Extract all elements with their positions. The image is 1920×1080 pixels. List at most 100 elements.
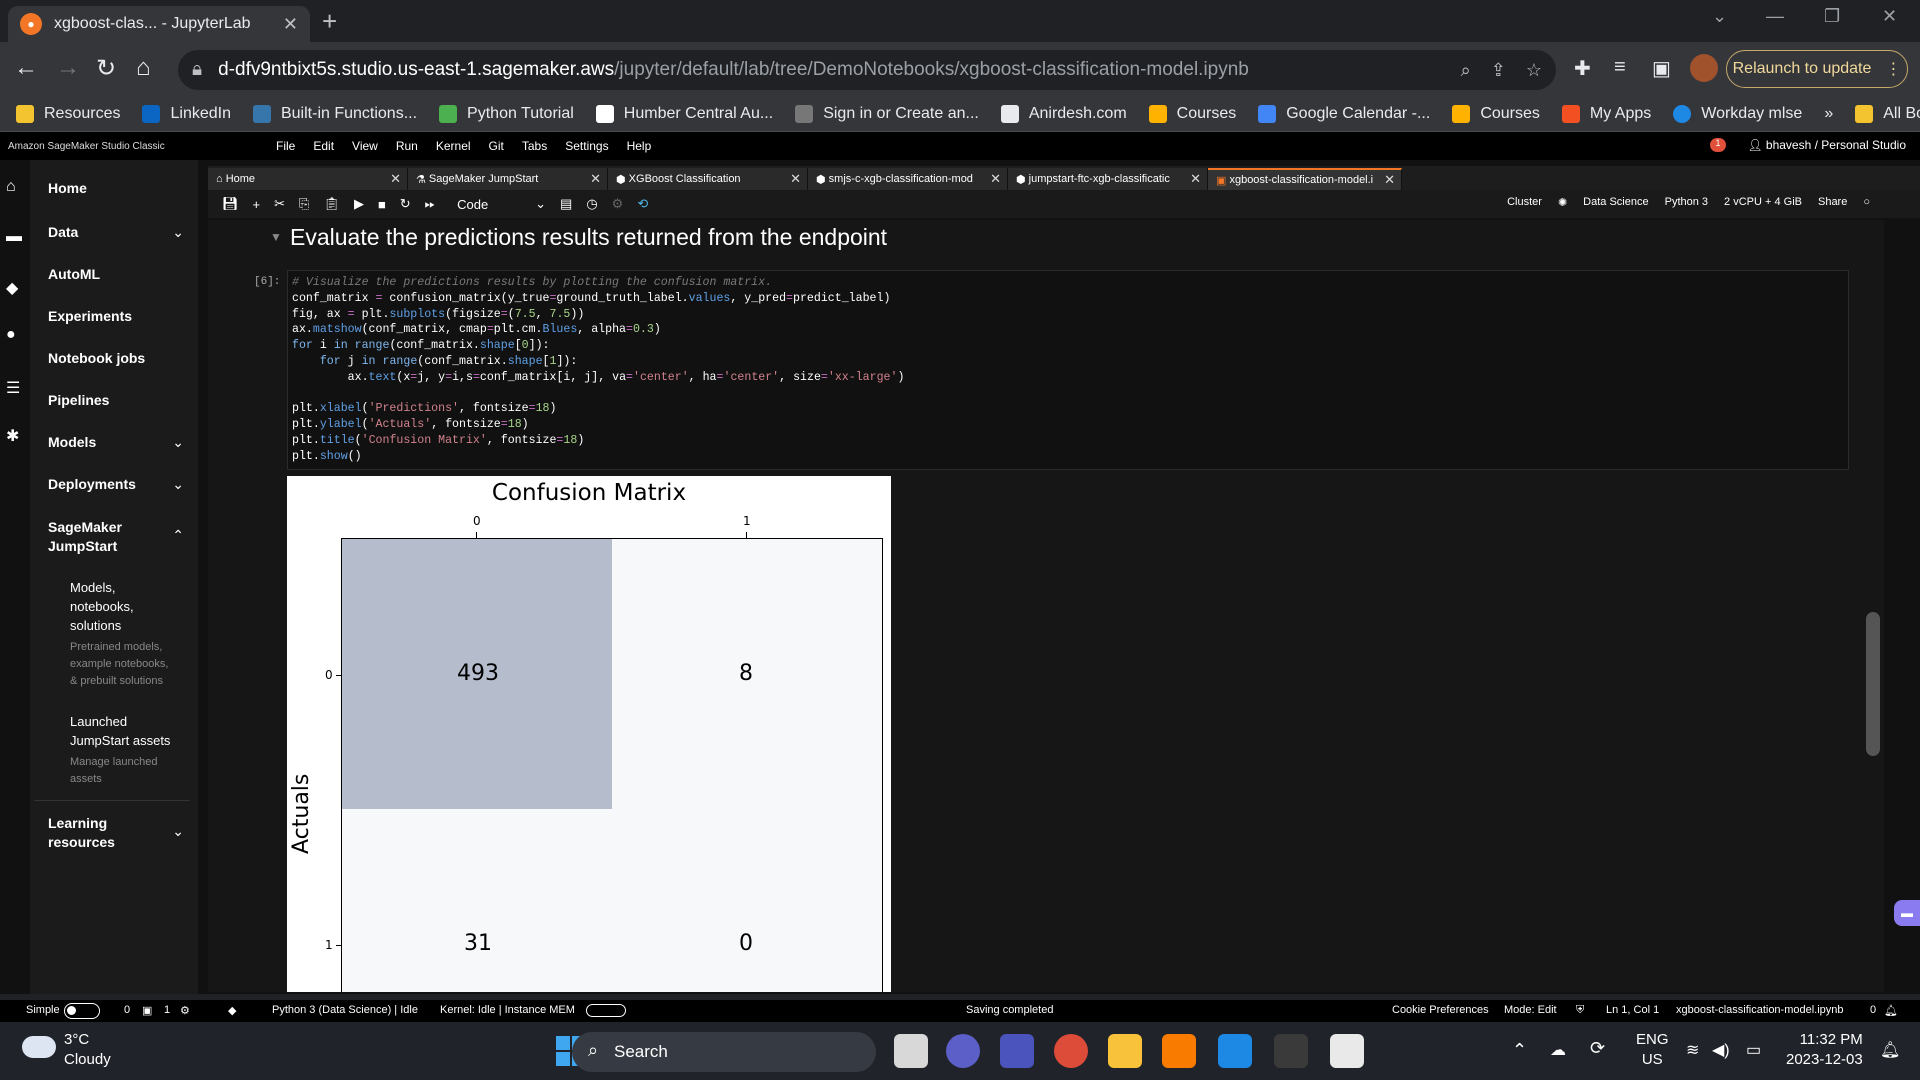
media-icon[interactable]: ≡ (1614, 56, 1626, 79)
sidebar-item-learning[interactable]: Learning resources ⌄ (48, 814, 198, 852)
run-icon[interactable]: ▶ (354, 196, 364, 212)
chevron-down-icon[interactable]: ⌄ (535, 196, 546, 212)
paste-icon[interactable]: 📋︎ (323, 196, 340, 212)
bookmark-item[interactable]: Humber Central Au... (595, 104, 773, 123)
menu-file[interactable]: File (276, 139, 295, 153)
bookmark-item[interactable]: Anirdesh.com (1000, 104, 1127, 123)
cell-type-select[interactable]: Code (457, 197, 521, 212)
sync-icon[interactable]: ⟳ (1590, 1038, 1605, 1059)
cookie-preferences-link[interactable]: Cookie Preferences (1392, 1004, 1489, 1016)
home-icon[interactable]: ⌂ (136, 54, 151, 82)
tab-jumpstart-ftc[interactable]: ⬢ jumpstart-ftc-xgb-classificatic ✕ (1008, 168, 1208, 190)
bookmarks-overflow-icon[interactable]: » (1824, 105, 1833, 123)
battery-icon[interactable]: ▭ (1746, 1040, 1761, 1060)
weather-widget[interactable]: 3°C Cloudy (64, 1030, 111, 1070)
git-diff-icon[interactable]: ⟲ (637, 196, 648, 212)
task-view-icon[interactable] (894, 1034, 928, 1068)
user-menu[interactable]: 👤︎ bhavesh / Personal Studio (1747, 138, 1906, 152)
new-tab-icon[interactable]: + (322, 6, 337, 37)
bell-icon[interactable]: 🔔︎ (1884, 1004, 1898, 1017)
kernel-label[interactable]: Python 3 (1665, 196, 1708, 209)
bookmark-item[interactable]: Python Tutorial (439, 104, 574, 123)
zoom-icon[interactable]: ⌕ (1461, 60, 1471, 81)
bookmark-item[interactable]: LinkedIn (142, 104, 231, 123)
git-rail-icon[interactable]: ◆ (6, 278, 24, 297)
teams-icon[interactable] (1000, 1034, 1034, 1068)
volume-icon[interactable]: ◀︎) (1712, 1040, 1730, 1060)
sidebar-item-pipelines[interactable]: Pipelines (48, 392, 198, 408)
all-bookmarks[interactable]: All Bookmarks (1855, 104, 1920, 123)
side-panel-icon[interactable]: ▣ (1652, 56, 1671, 81)
sidebar-item-data[interactable]: Data ⌄ (48, 224, 198, 240)
chrome-icon[interactable] (1054, 1034, 1088, 1068)
clock[interactable]: 11:32 PM 2023-12-03 (1786, 1030, 1863, 1070)
menu-run[interactable]: Run (396, 139, 418, 153)
bookmark-item[interactable]: Resources (16, 104, 120, 123)
instance-mem-toggle[interactable] (586, 1004, 626, 1017)
running-rail-icon[interactable]: ● (6, 326, 24, 344)
close-icon[interactable]: ✕ (390, 171, 401, 187)
bookmark-item[interactable]: Google Calendar -... (1258, 104, 1430, 123)
menu-help[interactable]: Help (627, 139, 652, 153)
tab-xgboost[interactable]: ⬢ XGBoost Classification ✕ (608, 168, 808, 190)
close-icon[interactable]: ✕ (1190, 171, 1201, 187)
git-icon[interactable]: ◆ (228, 1004, 236, 1017)
extensions-icon[interactable]: ✚ (1574, 56, 1591, 81)
taskbar-search[interactable]: ⌕ Search (572, 1032, 876, 1072)
close-icon[interactable]: ✕ (1384, 172, 1395, 188)
add-cell-icon[interactable]: + (253, 197, 261, 212)
sublime-icon[interactable] (1162, 1034, 1196, 1068)
bookmark-item[interactable]: Courses (1148, 104, 1236, 123)
relaunch-button[interactable]: Relaunch to update ⋮ (1726, 50, 1908, 88)
profile-avatar[interactable] (1690, 54, 1718, 82)
close-icon[interactable]: ✕ (990, 171, 1001, 187)
tab-notebook[interactable]: ▣ xgboost-classification-model.i ✕ (1208, 168, 1402, 190)
stop-icon[interactable]: ■ (378, 197, 386, 212)
menu-kernel[interactable]: Kernel (436, 139, 471, 153)
bookmark-item[interactable]: Workday mlse (1673, 104, 1802, 123)
instance-label[interactable]: 2 vCPU + 4 GiB (1724, 196, 1802, 209)
menu-git[interactable]: Git (489, 139, 504, 153)
onedrive-icon[interactable]: ☁ (1550, 1040, 1566, 1060)
close-icon[interactable]: ✕ (790, 171, 801, 187)
image-label[interactable]: Data Science (1583, 196, 1648, 209)
minimize-icon[interactable]: — (1766, 6, 1784, 27)
clock-icon[interactable]: ◷ (586, 196, 597, 212)
notification-center-icon[interactable]: 🔔︎ (1880, 1040, 1900, 1060)
fast-forward-icon[interactable]: ⏩︎ (425, 196, 435, 212)
share-page-icon[interactable]: ⇪ (1491, 60, 1506, 81)
kernel-name[interactable]: Python 3 (Data Science) | Idle (272, 1004, 418, 1016)
wifi-icon[interactable]: ≋ (1686, 1040, 1699, 1060)
folder-rail-icon[interactable]: ▬ (6, 228, 24, 246)
cluster-button[interactable]: Cluster (1507, 196, 1542, 209)
home-rail-icon[interactable]: ⌂ (6, 178, 24, 196)
menu-tabs[interactable]: Tabs (522, 139, 547, 153)
bookmark-item[interactable]: Built-in Functions... (252, 104, 417, 123)
menu-settings[interactable]: Settings (565, 139, 608, 153)
terminal-count[interactable]: 0 (124, 1004, 130, 1016)
vscode-icon[interactable] (1218, 1034, 1252, 1068)
edit-mode[interactable]: Mode: Edit (1504, 1004, 1557, 1016)
meet-icon[interactable] (946, 1034, 980, 1068)
simple-mode-toggle[interactable] (64, 1003, 100, 1019)
cut-icon[interactable]: ✂ (274, 196, 285, 212)
notebook-scrollbar[interactable] (1866, 612, 1880, 756)
cursor-position[interactable]: Ln 1, Col 1 (1606, 1004, 1659, 1016)
debugger-icon[interactable]: ⚙ (612, 196, 624, 212)
tab-search-icon[interactable]: ⌄ (1712, 6, 1727, 27)
sidebar-item-automl[interactable]: AutoML (48, 266, 198, 282)
toc-rail-icon[interactable]: ☰ (6, 378, 24, 397)
sidebar-item-jumpstart[interactable]: SageMaker JumpStart ⌃ (48, 518, 198, 556)
bookmark-star-icon[interactable]: ☆ (1526, 60, 1542, 81)
share-button[interactable]: Share (1818, 196, 1847, 209)
terminal-app-icon[interactable] (1274, 1034, 1308, 1068)
collapse-caret-icon[interactable]: ▼ (270, 230, 282, 244)
menu-view[interactable]: View (352, 139, 378, 153)
reload-icon[interactable]: ↻ (96, 54, 116, 83)
copy-icon[interactable]: ⎘ (299, 196, 309, 212)
sidebar-item-home[interactable]: Home (48, 180, 198, 196)
notification-bell-icon[interactable]: 1 (1710, 138, 1726, 152)
close-tab-icon[interactable]: ✕ (283, 14, 298, 35)
bookmark-item[interactable]: Sign in or Create an... (795, 104, 979, 123)
sidebar-item-models[interactable]: Models ⌄ (48, 434, 198, 450)
